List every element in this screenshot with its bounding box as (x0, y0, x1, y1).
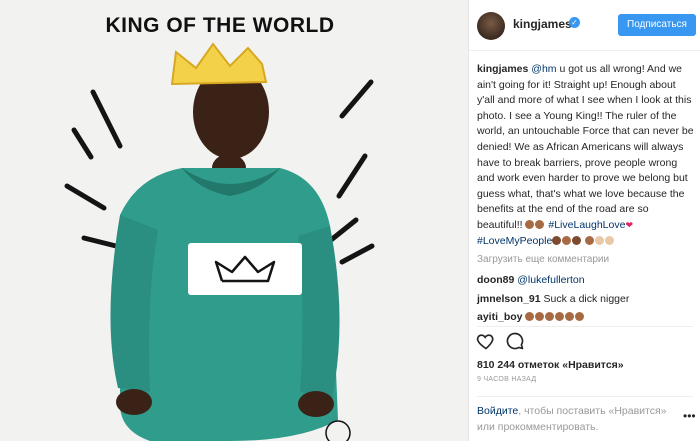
comment-text[interactable]: @lukefullerton (517, 274, 584, 286)
corner-doodle-icon (325, 420, 351, 441)
comment-username[interactable]: jmnelson_91 (477, 293, 541, 305)
right-arm (298, 226, 340, 398)
emoji-icon (555, 312, 565, 321)
emoji-icon (535, 312, 545, 321)
comment-text: Suck a dick nigger (543, 293, 630, 305)
load-more-comments[interactable]: Загрузить еще комментарии (477, 254, 609, 265)
comment-icon[interactable] (505, 331, 525, 351)
login-prompt-text: , чтобы поставить «Нравится» (518, 405, 667, 417)
emoji-icon (565, 312, 575, 321)
photo-illustration (64, 42, 375, 441)
divider (477, 396, 693, 397)
post-sidebar: kingjames ✓ Подписаться kingjames @hm u … (468, 0, 700, 441)
more-icon[interactable]: ••• (683, 409, 696, 423)
emoji-icon (605, 235, 615, 245)
caption-hashtag-live-laugh-love[interactable]: #LiveLaughLove (548, 219, 625, 231)
verified-badge-icon: ✓ (569, 17, 580, 28)
likes-count[interactable]: 810 244 отметок «Нравится» (477, 359, 624, 371)
instagram-post: KING OF THE WORLD kingjames ✓ Подписатьс… (0, 0, 700, 441)
post-photo: KING OF THE WORLD (0, 0, 468, 441)
caption-hashtag-love-my-people[interactable]: #LoveMyPeople (477, 235, 552, 247)
emoji-icon (585, 235, 595, 245)
emoji-icon (525, 219, 535, 229)
login-link[interactable]: Войдите (477, 405, 518, 417)
emoji-icon (575, 312, 585, 321)
comment-username[interactable]: doon89 (477, 274, 514, 286)
photo-title: KING OF THE WORLD (105, 14, 335, 37)
comment-item: doon89 @lukefullerton (477, 274, 585, 286)
comment-item: jmnelson_91 Suck a dick nigger (477, 293, 629, 305)
right-hand (298, 391, 334, 417)
header-username[interactable]: kingjames (513, 17, 572, 31)
caption-username[interactable]: kingjames (477, 63, 528, 75)
comment-item: ayiti_boy (477, 311, 585, 323)
post-header: kingjames ✓ Подписаться (469, 0, 700, 51)
login-prompt: Войдите, чтобы поставить «Нравится» (477, 405, 667, 417)
emoji-icon (525, 312, 535, 321)
emoji-icon (545, 312, 555, 321)
login-prompt-text-2: или прокомментировать. (477, 421, 599, 433)
emoji-icon (572, 235, 582, 245)
emoji-icon (595, 235, 605, 245)
emoji-icon (562, 235, 572, 245)
emoji-icon (552, 235, 562, 245)
post-caption: kingjames @hm u got us all wrong! And we… (477, 62, 695, 249)
heart-emoji-icon: ❤ (625, 219, 633, 230)
caption-text: u got us all wrong! And we ain't going f… (477, 63, 694, 231)
follow-button[interactable]: Подписаться (618, 14, 696, 36)
avatar[interactable] (477, 12, 505, 40)
left-hand (116, 389, 152, 415)
post-timestamp: 9 ЧАСОВ НАЗАД (477, 376, 537, 383)
caption-mention[interactable]: @hm (531, 63, 556, 75)
chest-label (188, 243, 302, 295)
comment-username[interactable]: ayiti_boy (477, 311, 523, 323)
emoji-icon (535, 219, 545, 229)
crown-icon (170, 42, 268, 86)
divider (477, 326, 693, 327)
heart-icon[interactable] (476, 331, 496, 351)
